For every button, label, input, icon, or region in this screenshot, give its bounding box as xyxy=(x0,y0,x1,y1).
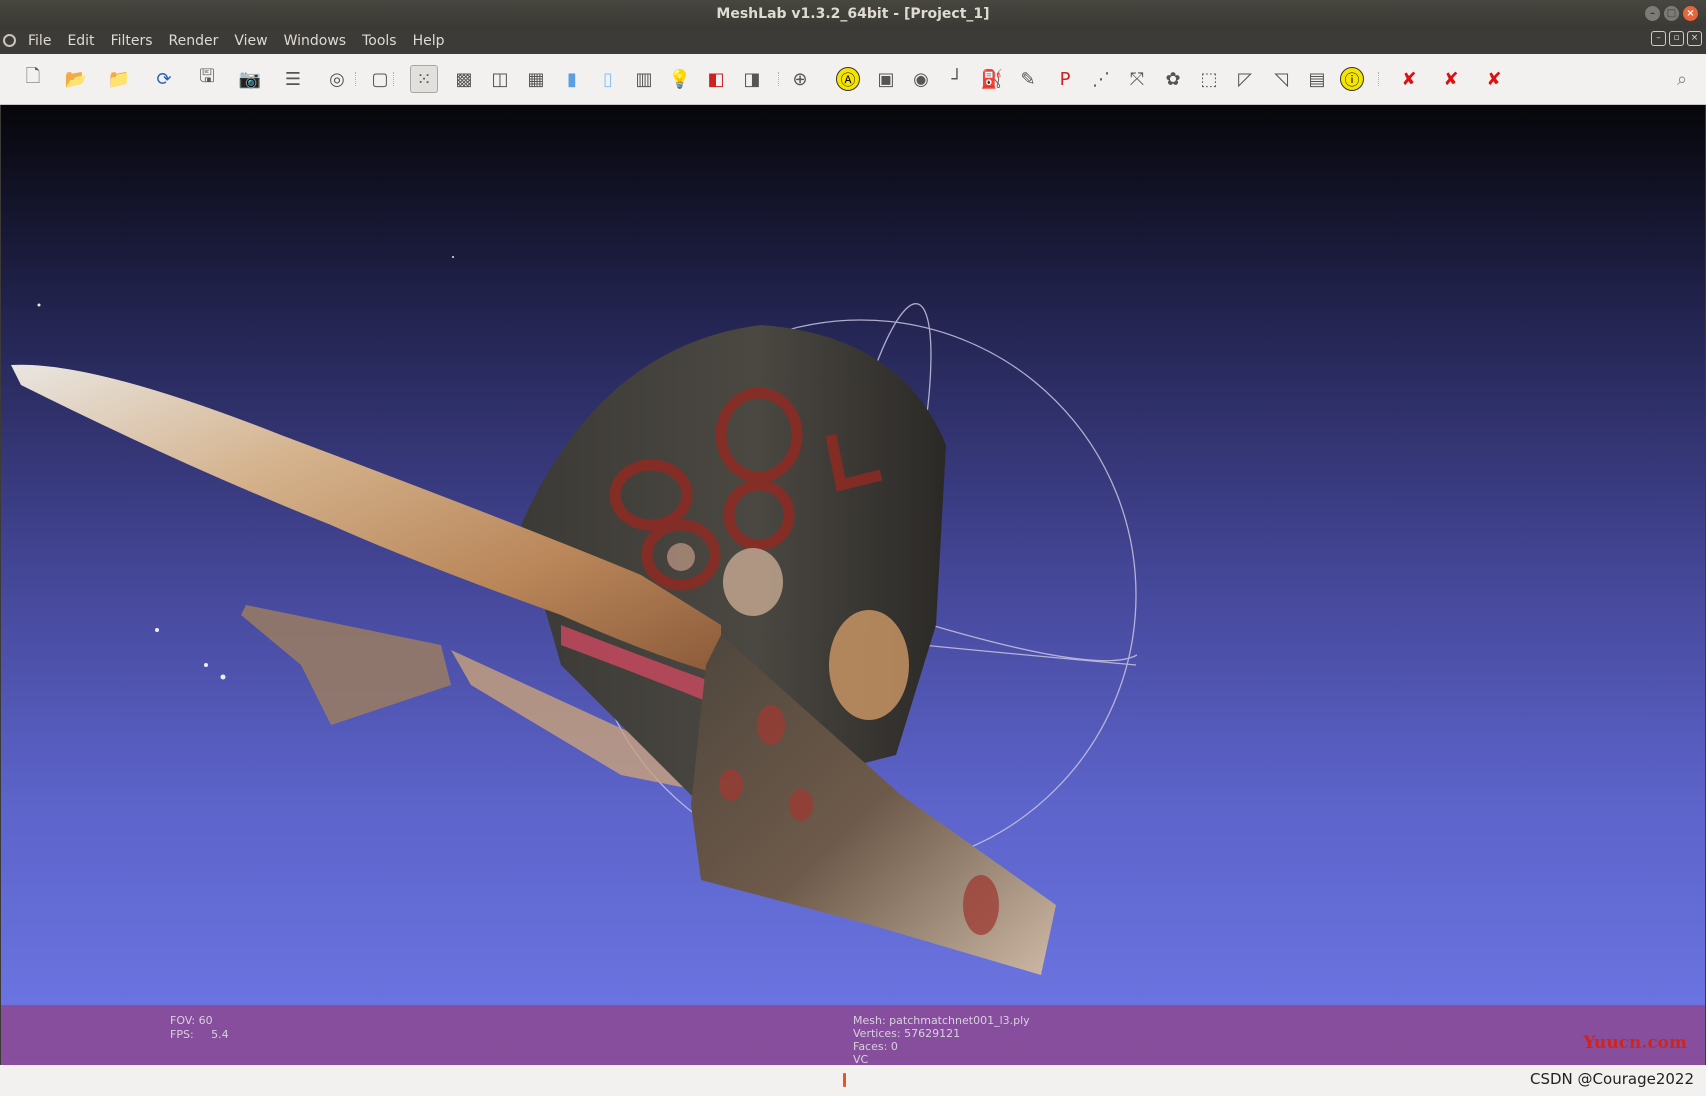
menu-bar: File Edit Filters Render View Windows To… xyxy=(0,29,1706,54)
document-window-controls: – ▫ × xyxy=(1651,31,1702,46)
menu-render[interactable]: Render xyxy=(161,29,227,54)
window-title: MeshLab v1.3.2_64bit - [Project_1] xyxy=(716,6,990,22)
mesh-name-readout: Mesh: patchmatchnet001_l3.ply xyxy=(853,1014,1030,1027)
shader-icon[interactable]: ▣ xyxy=(872,65,900,93)
hidden-lines-icon[interactable]: ◫ xyxy=(486,65,514,93)
menu-items: File Edit Filters Render View Windows To… xyxy=(20,29,453,54)
info-icon[interactable]: ⓘ xyxy=(1340,67,1364,91)
color-icon[interactable]: ✿ xyxy=(1159,65,1187,93)
app-menu-icon[interactable] xyxy=(3,34,16,47)
toolbar-separator xyxy=(778,72,781,86)
window-controls: – □ × xyxy=(1645,6,1698,21)
sphere-icon[interactable]: ◉ xyxy=(907,65,935,93)
status-bar: CSDN @Courage2022 xyxy=(0,1065,1706,1096)
wireframe-icon[interactable]: ▩ xyxy=(450,65,478,93)
title-bar: MeshLab v1.3.2_64bit - [Project_1] – □ × xyxy=(0,0,1706,29)
menu-filters[interactable]: Filters xyxy=(103,29,161,54)
delete-faces-icon[interactable]: ✘ xyxy=(1395,65,1423,93)
smooth-icon[interactable]: ▯ xyxy=(594,65,622,93)
select-vertices-icon[interactable]: ◹ xyxy=(1267,65,1295,93)
maximize-icon[interactable]: □ xyxy=(1664,6,1679,21)
backface-icon[interactable]: ◧ xyxy=(702,65,730,93)
fov-readout: FOV: 60 xyxy=(170,1014,213,1027)
raster-icon[interactable]: ◎ xyxy=(323,65,351,93)
fps-readout: FPS: 5.4 xyxy=(170,1028,229,1041)
doc-minimize-icon[interactable]: – xyxy=(1651,31,1666,46)
faces-readout: Faces: 0 xyxy=(853,1040,898,1053)
menu-file[interactable]: File xyxy=(20,29,59,54)
new-project-icon[interactable]: 🗋 xyxy=(19,65,47,93)
vertices-readout: Vertices: 57629121 xyxy=(853,1027,961,1040)
delete-vertices-icon[interactable]: ✘ xyxy=(1437,65,1465,93)
annotate-icon[interactable]: Ⓐ xyxy=(836,67,860,91)
menu-help[interactable]: Help xyxy=(405,29,453,54)
layers-icon[interactable]: ☰ xyxy=(279,65,307,93)
image-icon[interactable]: ▤ xyxy=(1303,65,1331,93)
open-project-icon[interactable]: 📂 xyxy=(62,65,90,93)
texture-icon[interactable]: ▥ xyxy=(630,65,658,93)
point-cloud-render xyxy=(11,256,1138,975)
measure-icon[interactable]: ⋰ xyxy=(1087,65,1115,93)
snapshot-icon[interactable]: 📷 xyxy=(236,65,264,93)
flat-lines-icon[interactable]: ▦ xyxy=(522,65,550,93)
minimize-icon[interactable]: – xyxy=(1645,6,1660,21)
credit-watermark: CSDN @Courage2022 xyxy=(1530,1070,1694,1088)
menu-edit[interactable]: Edit xyxy=(59,29,102,54)
toolbar-separator xyxy=(1378,72,1381,86)
close-icon[interactable]: × xyxy=(1683,6,1698,21)
paint-bucket-icon[interactable]: ⛽ xyxy=(978,65,1006,93)
bbox-icon[interactable]: ▢ xyxy=(366,65,394,93)
scan-fragment-left xyxy=(241,605,451,725)
points-icon[interactable]: ⁙ xyxy=(410,65,438,93)
trackball-icon[interactable]: ⊕ xyxy=(786,65,814,93)
select-icon[interactable]: ⬚ xyxy=(1195,65,1223,93)
main-toolbar: 🗋 📂 📁 ⟳ 🖫 📷 ☰ ◎ ▢ ⁙ ▩ ◫ ▦ ▮ ▯ ▥ 💡 ◧ ◨ ⊕ Ⓐ ▣ ◉ ┘ ⛽ ✎ P ⋰ ⤧ ✿ ⬚ ◸ ◹ ▤ ⓘ ✘ ✘ ✘ ⌕ xyxy=(0,54,1706,105)
import-mesh-icon[interactable]: 📁 xyxy=(105,65,133,93)
toolbar-separator xyxy=(355,72,358,86)
vertex-color-readout: VC xyxy=(853,1053,869,1065)
progress-indicator xyxy=(843,1073,846,1087)
menu-view[interactable]: View xyxy=(226,29,275,54)
watermark: Yuucn.com xyxy=(1583,1033,1687,1053)
save-icon[interactable]: 🖫 xyxy=(193,65,221,93)
brush-icon[interactable]: ✎ xyxy=(1014,65,1042,93)
delete-all-icon[interactable]: ✘ xyxy=(1480,65,1508,93)
3d-viewport[interactable]: FOV: 60 FPS: 5.4 Mesh: patchmatchnet001_… xyxy=(1,105,1705,1065)
select-faces-icon[interactable]: ◸ xyxy=(1231,65,1259,93)
doc-close-icon[interactable]: × xyxy=(1687,31,1702,46)
align-icon[interactable]: ⤧ xyxy=(1123,65,1151,93)
menu-tools[interactable]: Tools xyxy=(354,29,405,54)
menu-windows[interactable]: Windows xyxy=(276,29,355,54)
flat-icon[interactable]: ▮ xyxy=(558,65,586,93)
axes-icon[interactable]: ┘ xyxy=(943,65,971,93)
search-icon[interactable]: ⌕ xyxy=(1668,65,1696,93)
pickpoints-icon[interactable]: P xyxy=(1051,65,1079,93)
reload-icon[interactable]: ⟳ xyxy=(150,65,178,93)
double-side-icon[interactable]: ◨ xyxy=(738,65,766,93)
doc-restore-icon[interactable]: ▫ xyxy=(1669,31,1684,46)
light-icon[interactable]: 💡 xyxy=(666,65,694,93)
